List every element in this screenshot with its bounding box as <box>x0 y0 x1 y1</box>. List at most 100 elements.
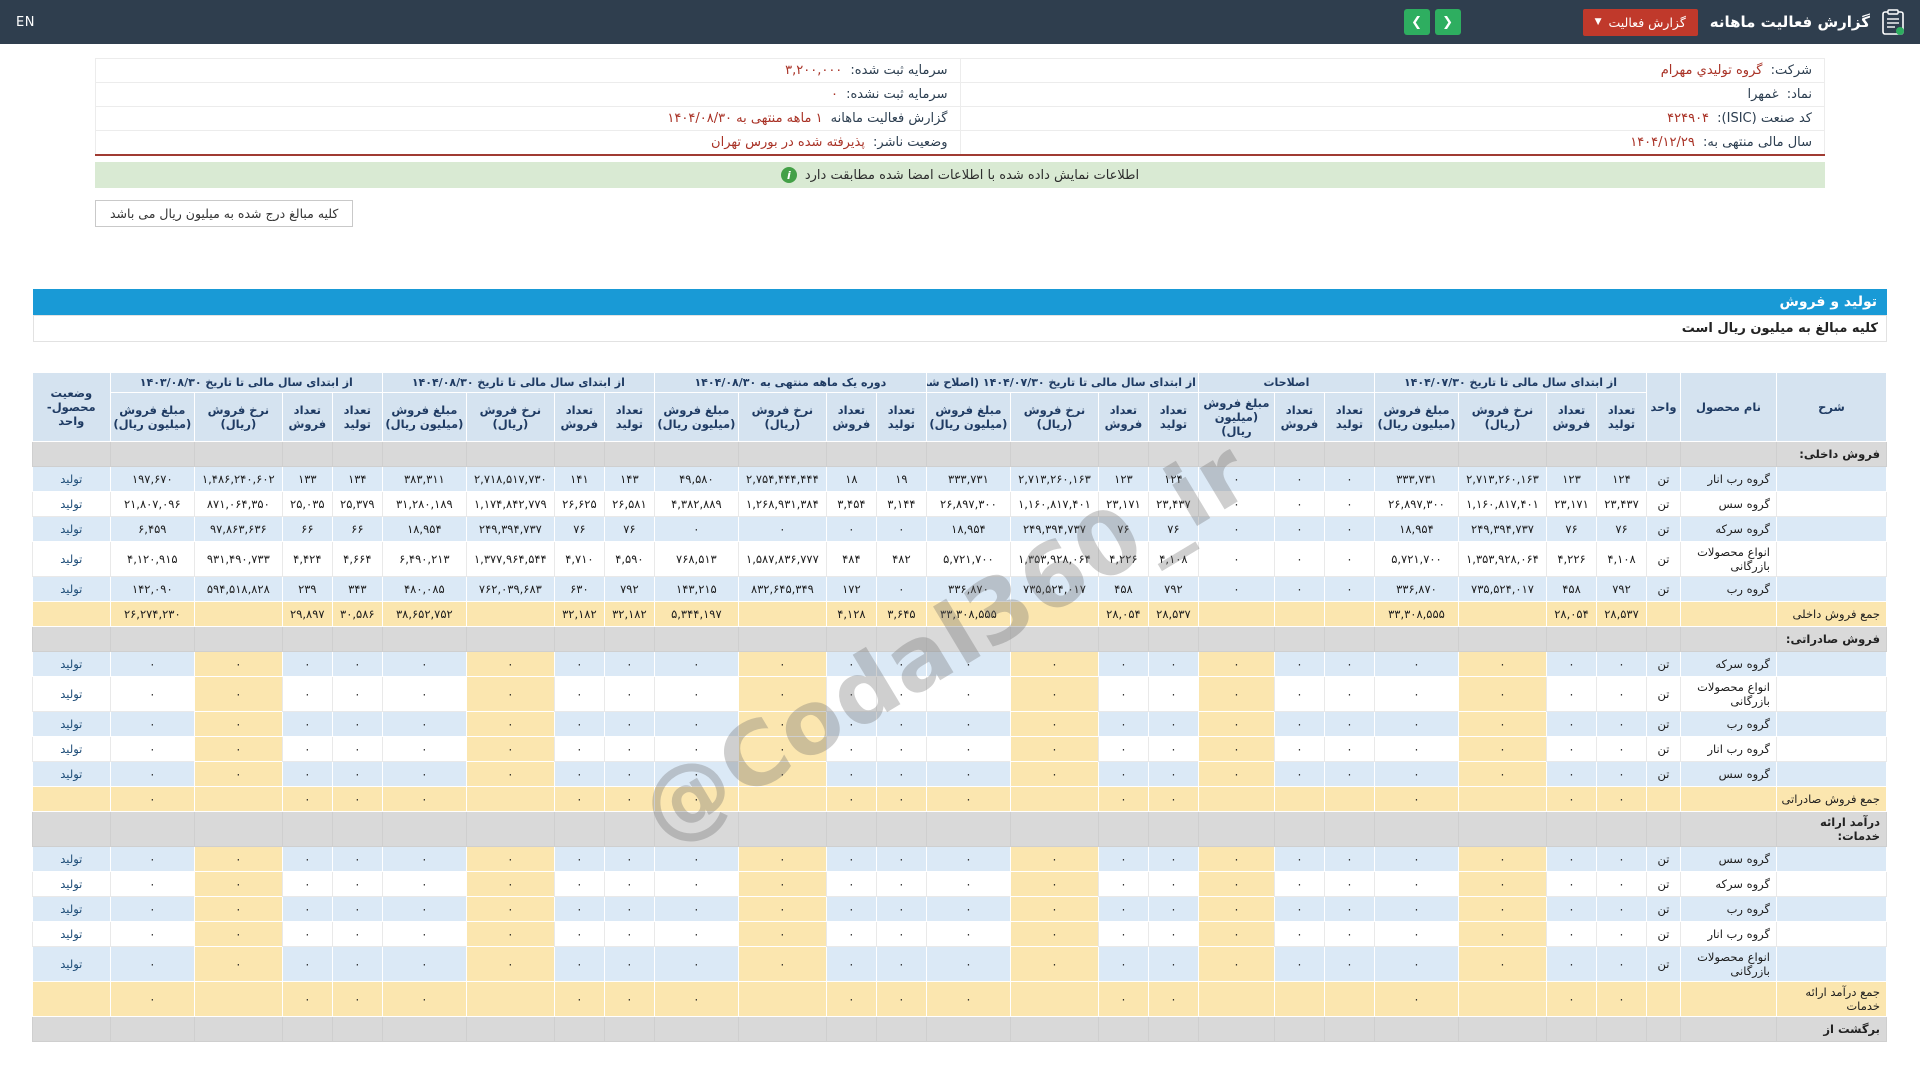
cell-status: تولید <box>31 491 111 517</box>
cell-value: ۰ <box>1009 846 1099 872</box>
report-type-button[interactable]: گزارش فعالیت ▼ <box>1582 8 1698 36</box>
cell-empty <box>1097 811 1149 847</box>
page-title: گزارش فعالیت ماهانه <box>1709 13 1870 31</box>
cell-empty <box>737 441 827 467</box>
sum-row: جمع درآمد ارائه خدمات ۰ ۰ ۰ ۰ ۰ ۰ ۰ ۰ ۰ ۰ ۰ ۰ ۰ ۰ ۰ <box>31 981 1887 1017</box>
cell-empty <box>653 626 739 652</box>
cell-empty <box>31 626 111 652</box>
cell-value: ۰ <box>875 711 927 737</box>
cell-empty <box>1197 441 1275 467</box>
cell-value: ۰ <box>553 921 605 947</box>
cell-value: ۰ <box>875 846 927 872</box>
banner-text: اطلاعات نمایش داده شده با اطلاعات امضا ش… <box>804 167 1140 183</box>
cell-value: ۰ <box>1373 871 1460 897</box>
cell-value: ۰ <box>737 896 827 922</box>
cell-empty <box>925 811 1011 847</box>
cell-empty <box>1009 441 1099 467</box>
cell-value: ۰ <box>109 981 195 1017</box>
cell-value: ۷۶ <box>1546 516 1597 542</box>
cell-value: ۰ <box>193 736 283 762</box>
cell-value: ۰ <box>1458 761 1547 787</box>
cell-status: تولید <box>31 466 111 492</box>
cell-value: ۴,۱۲۰,۹۱۵ <box>109 541 195 577</box>
cell-value: ۰ <box>653 761 739 787</box>
cell-value: ۰ <box>825 981 877 1017</box>
cell-value: ۰ <box>1147 711 1199 737</box>
cell-value: ۰ <box>1458 736 1547 762</box>
cell-value: ۰ <box>1546 871 1597 897</box>
cell-value: ۰ <box>1273 846 1325 872</box>
cell-value: ۴,۱۰۸ <box>1596 541 1647 577</box>
cell-value <box>193 601 283 627</box>
cell-empty <box>281 626 333 652</box>
cell-value: ۰ <box>331 736 383 762</box>
col-subheader: نرخ فروش (ریال) <box>1009 392 1099 442</box>
cell-value: ۰ <box>653 786 739 812</box>
cell-empty <box>1097 1016 1149 1042</box>
cell-value: ۱۴۳ <box>603 466 655 492</box>
cell-value: ۲,۷۱۳,۲۶۰,۱۶۳ <box>1009 466 1099 492</box>
cell-value: ۳۳۳,۷۳۱ <box>925 466 1011 492</box>
company-info-body: شرکت: گروه توليدي مهرام سرمایه ثبت شده: ۳… <box>95 58 1825 156</box>
cell-value: ۰ <box>875 921 927 947</box>
cell-sharh <box>1776 576 1887 602</box>
table-row: گروه سس تن ۰ ۰ ۰ ۰ ۰ ۰ ۰ ۰ ۰ ۰ ۰ ۰ ۰ ۰ ۰ ۰ ۰ ۰ ۰ ۰ ۰ ۰ ۰ تولید <box>31 846 1887 872</box>
cell-value: ۰ <box>1373 736 1460 762</box>
col-subheader: تعداد فروش <box>1097 392 1149 442</box>
cell-unit: تن <box>1646 846 1681 872</box>
cell-empty <box>1596 1016 1647 1042</box>
sum-row: جمع فروش داخلی ۲۸,۵۳۷ ۲۸,۰۵۴ ۳۳,۳۰۸,۵۵۵ ۲۸,۵… <box>31 601 1887 627</box>
cell-value: ۵۹۴,۵۱۸,۸۲۸ <box>193 576 283 602</box>
section-title: تولید و فروش <box>1779 294 1877 310</box>
next-report-button[interactable]: ❯ <box>1403 9 1430 35</box>
prev-report-button[interactable]: ❮ <box>1434 9 1461 35</box>
cell-value: ۰ <box>1273 491 1325 517</box>
cell-value: ۰ <box>737 651 827 677</box>
cell-empty <box>1197 1016 1275 1042</box>
cell-value: ۰ <box>1009 676 1099 712</box>
cell-value: ۳۳,۳۰۸,۵۵۵ <box>925 601 1011 627</box>
cell-value: ۱۴۱ <box>553 466 605 492</box>
cell-empty <box>1458 1016 1547 1042</box>
cell-value <box>465 601 555 627</box>
cell-value: ۴,۲۲۶ <box>1546 541 1597 577</box>
cell-value: ۰ <box>1323 761 1375 787</box>
cell-value: ۰ <box>825 711 877 737</box>
cell-value: ۰ <box>381 786 467 812</box>
cell-value: ۵,۷۲۱,۷۰۰ <box>1373 541 1460 577</box>
cell-value: ۰ <box>1323 736 1375 762</box>
cell-value: ۳۸,۶۵۲,۷۵۲ <box>381 601 467 627</box>
cell-value: ۰ <box>331 846 383 872</box>
cell-value: ۰ <box>825 786 877 812</box>
cell-unit <box>1646 981 1681 1017</box>
cell-value: ۰ <box>1009 896 1099 922</box>
cell-value: ۰ <box>331 896 383 922</box>
cell-value: ۲۴۹,۳۹۴,۷۳۷ <box>465 516 555 542</box>
cell-value: ۰ <box>465 846 555 872</box>
cell-value: ۰ <box>1373 981 1460 1017</box>
language-toggle[interactable]: EN <box>16 15 35 30</box>
cell-value: ۰ <box>553 786 605 812</box>
cell-product: انواع محصولات بازرگانی <box>1680 946 1777 982</box>
cell-unit <box>1646 601 1681 627</box>
table-row: گروه رب تن ۰ ۰ ۰ ۰ ۰ ۰ ۰ ۰ ۰ ۰ ۰ ۰ ۰ ۰ ۰ ۰ ۰ ۰ ۰ ۰ ۰ ۰ ۰ تولید <box>31 711 1887 737</box>
cell-value: ۰ <box>281 786 333 812</box>
cell-value: ۰ <box>1273 676 1325 712</box>
cell-value: ۰ <box>925 736 1011 762</box>
cell-value: ۰ <box>1546 896 1597 922</box>
cell-sharh <box>1776 896 1887 922</box>
cell-value: ۰ <box>603 871 655 897</box>
cell-value: ۶۶ <box>281 516 333 542</box>
cell-value: ۰ <box>653 871 739 897</box>
cell-value: ۰ <box>1009 651 1099 677</box>
cell-empty <box>875 811 927 847</box>
cell-value: ۶۶ <box>331 516 383 542</box>
cell-value <box>1323 601 1375 627</box>
cell-empty <box>1458 626 1547 652</box>
col-subheader: تعداد تولید <box>1323 392 1375 442</box>
cell-value: ۰ <box>737 761 827 787</box>
cell-value: ۰ <box>331 981 383 1017</box>
cell-value: ۰ <box>193 946 283 982</box>
cell-value: ۰ <box>1197 896 1275 922</box>
cell-value: ۰ <box>737 736 827 762</box>
